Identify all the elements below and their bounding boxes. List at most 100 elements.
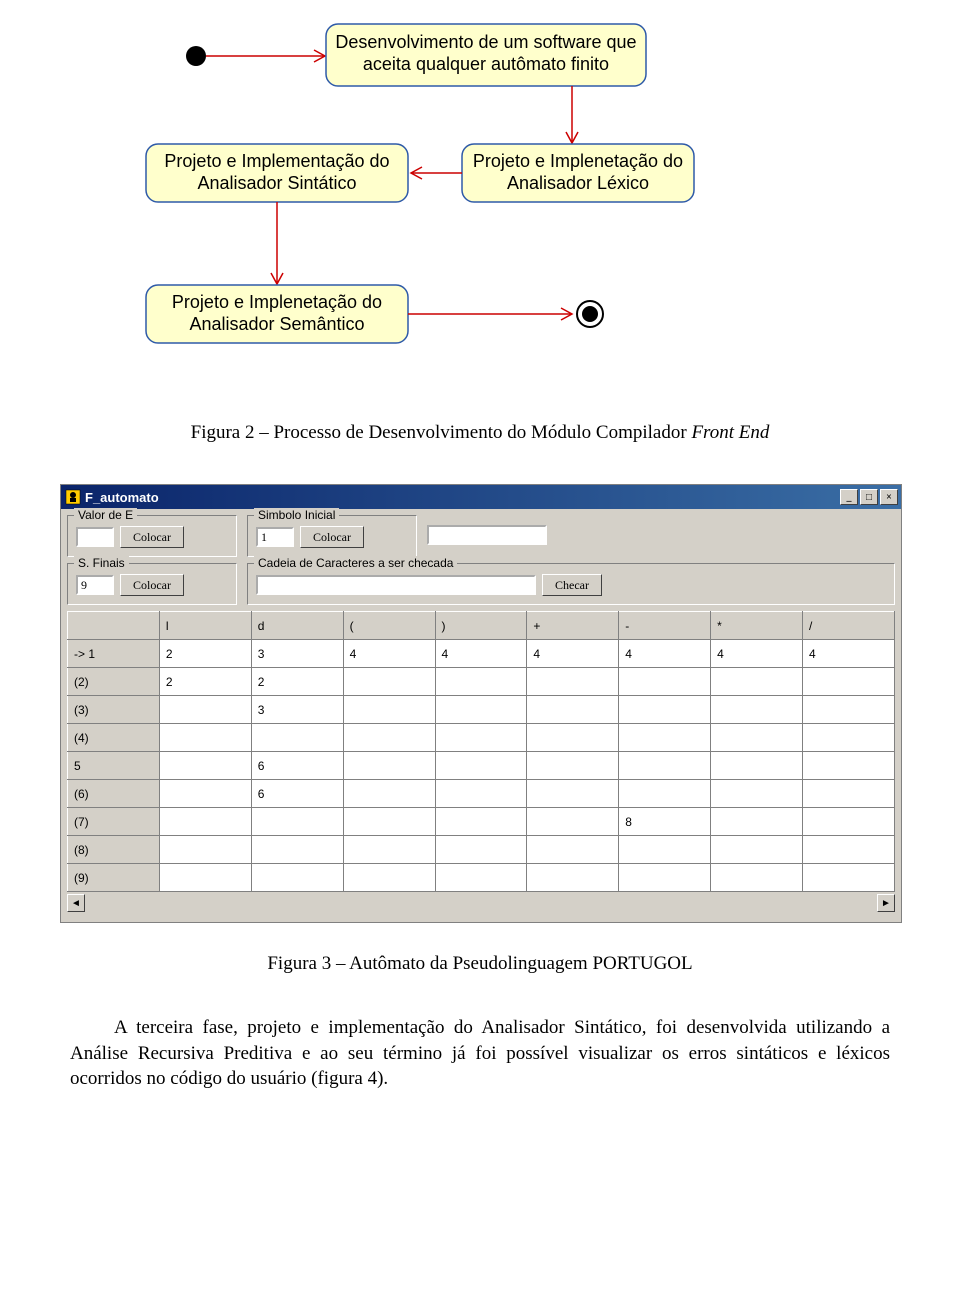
table-column-header: d	[251, 612, 343, 640]
table-cell[interactable]	[435, 668, 527, 696]
scroll-left-arrow[interactable]: ◄	[67, 894, 85, 912]
table-cell[interactable]	[435, 836, 527, 864]
table-cell[interactable]	[803, 780, 895, 808]
table-cell[interactable]	[803, 724, 895, 752]
table-cell[interactable]	[159, 696, 251, 724]
automaton-table: ld()+-*/ -> 123444444(2)22(3)3(4)56(6)6(…	[67, 611, 895, 892]
cadeia-checar-button[interactable]: Checar	[542, 574, 602, 596]
valor-e-input[interactable]	[76, 527, 114, 547]
table-cell[interactable]: 6	[251, 752, 343, 780]
group-valor-e-legend: Valor de E	[74, 508, 137, 522]
table-cell[interactable]	[619, 668, 711, 696]
table-cell[interactable]	[711, 808, 803, 836]
table-cell[interactable]: 2	[251, 668, 343, 696]
window-maximize-button[interactable]: □	[860, 489, 878, 505]
scroll-right-arrow[interactable]: ►	[877, 894, 895, 912]
table-cell[interactable]	[159, 836, 251, 864]
table-cell[interactable]	[803, 752, 895, 780]
extra-input[interactable]	[427, 525, 547, 545]
table-cell[interactable]	[435, 864, 527, 892]
table-cell[interactable]: 2	[159, 640, 251, 668]
maximize-icon: □	[866, 492, 872, 503]
table-row: (8)	[68, 836, 895, 864]
table-cell[interactable]	[251, 864, 343, 892]
table-cell[interactable]	[343, 808, 435, 836]
uml-box4-line1: Projeto e Implenetação do	[172, 292, 382, 312]
table-cell[interactable]: 4	[435, 640, 527, 668]
close-icon: ×	[886, 492, 892, 503]
table-cell[interactable]	[159, 808, 251, 836]
table-cell[interactable]	[159, 780, 251, 808]
table-cell[interactable]: 4	[803, 640, 895, 668]
table-cell[interactable]	[343, 752, 435, 780]
table-cell[interactable]	[159, 724, 251, 752]
table-cell[interactable]	[527, 752, 619, 780]
table-cell[interactable]	[619, 696, 711, 724]
table-cell[interactable]	[711, 836, 803, 864]
window-titlebar: F_automato _ □ ×	[61, 485, 901, 509]
table-cell[interactable]: 8	[619, 808, 711, 836]
table-cell[interactable]: 4	[527, 640, 619, 668]
table-cell[interactable]: 4	[343, 640, 435, 668]
table-cell[interactable]	[159, 864, 251, 892]
table-cell[interactable]	[527, 864, 619, 892]
table-cell[interactable]	[343, 836, 435, 864]
table-cell[interactable]	[803, 836, 895, 864]
table-cell[interactable]	[251, 808, 343, 836]
table-cell[interactable]	[803, 668, 895, 696]
table-cell[interactable]: 3	[251, 640, 343, 668]
table-cell[interactable]	[527, 696, 619, 724]
table-cell[interactable]	[343, 864, 435, 892]
valor-e-colocar-button[interactable]: Colocar	[120, 526, 184, 548]
sfinais-input[interactable]	[76, 575, 114, 595]
simbolo-input[interactable]	[256, 527, 294, 547]
table-cell[interactable]: 6	[251, 780, 343, 808]
table-cell[interactable]	[435, 724, 527, 752]
table-cell[interactable]	[711, 780, 803, 808]
simbolo-colocar-button[interactable]: Colocar	[300, 526, 364, 548]
table-cell[interactable]	[343, 724, 435, 752]
window-minimize-button[interactable]: _	[840, 489, 858, 505]
table-cell[interactable]: 4	[711, 640, 803, 668]
table-cell[interactable]	[159, 752, 251, 780]
table-cell[interactable]	[619, 780, 711, 808]
table-cell[interactable]	[343, 668, 435, 696]
group-s-finais: S. Finais Colocar	[67, 563, 237, 605]
table-cell[interactable]	[435, 696, 527, 724]
uml-box3-line1: Projeto e Implenetação do	[473, 151, 683, 171]
table-cell[interactable]	[711, 752, 803, 780]
table-cell[interactable]	[527, 808, 619, 836]
table-cell[interactable]	[619, 724, 711, 752]
table-cell[interactable]	[803, 864, 895, 892]
table-cell[interactable]	[251, 836, 343, 864]
horizontal-scrollbar[interactable]: ◄ ►	[67, 894, 895, 912]
table-cell[interactable]	[435, 808, 527, 836]
table-cell[interactable]	[711, 864, 803, 892]
table-column-header: l	[159, 612, 251, 640]
table-cell[interactable]	[619, 752, 711, 780]
table-cell[interactable]	[527, 836, 619, 864]
table-cell[interactable]	[711, 696, 803, 724]
figure2-caption-text: Figura 2 – Processo de Desenvolvimento d…	[191, 422, 692, 443]
table-cell[interactable]	[343, 696, 435, 724]
table-cell[interactable]: 4	[619, 640, 711, 668]
table-cell[interactable]	[251, 724, 343, 752]
table-cell[interactable]	[527, 780, 619, 808]
table-cell[interactable]	[711, 668, 803, 696]
table-cell[interactable]	[711, 724, 803, 752]
table-cell[interactable]	[619, 864, 711, 892]
table-cell[interactable]	[435, 780, 527, 808]
window-close-button[interactable]: ×	[880, 489, 898, 505]
table-cell[interactable]: 2	[159, 668, 251, 696]
cadeia-input[interactable]	[256, 575, 536, 595]
table-cell[interactable]: 3	[251, 696, 343, 724]
table-cell[interactable]	[619, 836, 711, 864]
table-cell[interactable]	[803, 696, 895, 724]
table-cell[interactable]	[435, 752, 527, 780]
table-cell[interactable]	[527, 668, 619, 696]
sfinais-colocar-button[interactable]: Colocar	[120, 574, 184, 596]
table-cell[interactable]	[527, 724, 619, 752]
table-cell[interactable]	[343, 780, 435, 808]
uml-diagram: Desenvolvimento de um software que aceit…	[100, 10, 860, 392]
table-cell[interactable]	[803, 808, 895, 836]
